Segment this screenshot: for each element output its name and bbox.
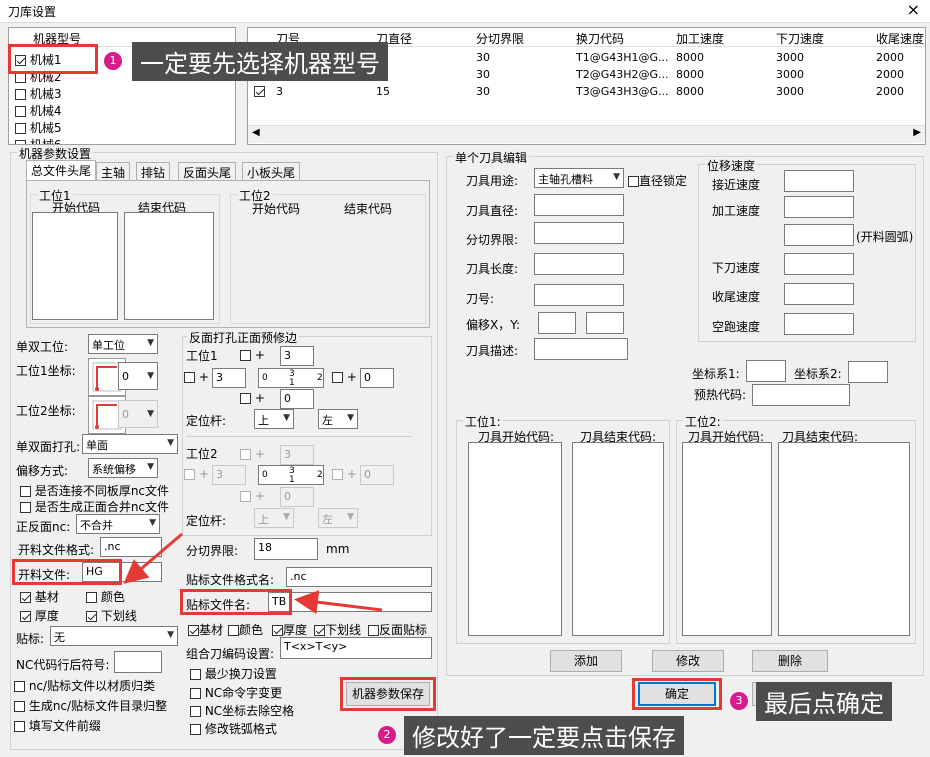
badge-2: 2 [378,726,396,744]
arrow-to-sticker-name [294,590,383,615]
callout-save: 修改好了一定要点击保存 [404,716,684,755]
arrow-to-cut-file [123,532,183,584]
badge-3: 3 [730,692,748,710]
callout-confirm: 最后点确定 [756,682,892,721]
annotation-arrows [123,532,383,615]
badge-1: 1 [104,52,122,70]
callout-select-machine: 一定要先选择机器型号 [132,42,388,81]
